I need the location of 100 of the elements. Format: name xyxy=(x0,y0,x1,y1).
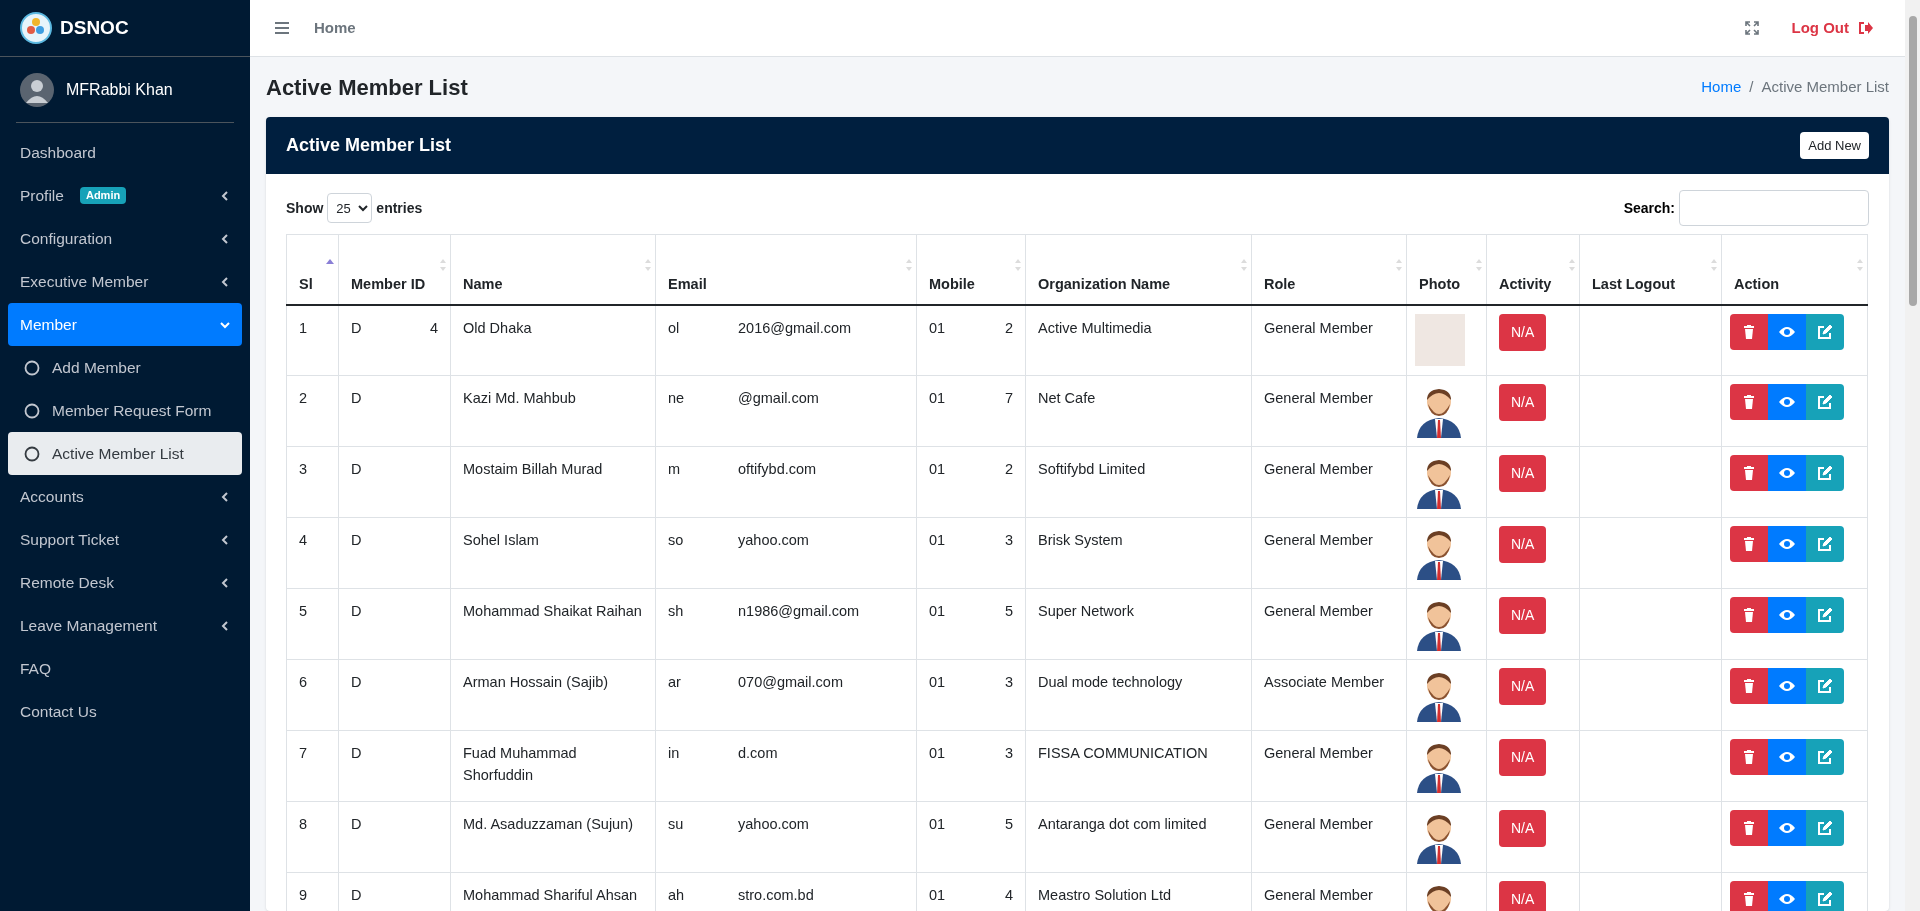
eye-icon xyxy=(1778,822,1796,834)
delete-button[interactable] xyxy=(1730,810,1768,846)
entries-label: entries xyxy=(376,198,423,218)
sort-icon xyxy=(1711,259,1717,271)
table-cell-text: 01 xyxy=(929,744,946,763)
home-link[interactable]: Home xyxy=(314,16,356,40)
edit-button[interactable] xyxy=(1806,384,1844,420)
view-button[interactable] xyxy=(1768,455,1806,491)
table-cell-text: oftifybd.com xyxy=(738,460,817,479)
column-header[interactable]: Photo xyxy=(1406,234,1487,305)
delete-button[interactable] xyxy=(1730,881,1768,911)
column-header[interactable]: Role xyxy=(1251,234,1407,305)
table-cell-text: so xyxy=(668,531,685,550)
menu-icon xyxy=(274,21,290,35)
sidebar-item[interactable]: FAQ xyxy=(8,647,242,690)
eye-icon xyxy=(1778,396,1796,408)
circle-icon xyxy=(24,445,40,462)
table-cell-text: 3 xyxy=(1004,531,1013,550)
column-header[interactable]: Mobile xyxy=(916,234,1026,305)
delete-button[interactable] xyxy=(1730,455,1768,491)
view-button[interactable] xyxy=(1768,739,1806,775)
edit-icon xyxy=(1817,607,1833,623)
table-cell-text: 01 xyxy=(929,531,946,550)
edit-icon xyxy=(1817,323,1833,340)
trash-icon xyxy=(1743,750,1755,764)
column-header[interactable]: Organization Name xyxy=(1025,234,1252,305)
chevron-left-icon xyxy=(220,491,230,502)
table-cell: Meastro Solution Ltd xyxy=(1038,887,1171,903)
submenu-item[interactable]: Add Member xyxy=(8,346,242,389)
circle-icon xyxy=(24,402,40,419)
column-header[interactable]: Name xyxy=(450,234,656,305)
sidebar-item[interactable]: Dashboard xyxy=(8,131,242,174)
column-header[interactable]: Member ID xyxy=(338,234,451,305)
sort-icon xyxy=(1241,259,1247,271)
edit-button[interactable] xyxy=(1806,881,1844,911)
sort-icon xyxy=(440,259,446,271)
view-button[interactable] xyxy=(1768,810,1806,846)
table-cell-text: ar xyxy=(668,673,682,692)
eye-icon xyxy=(1778,751,1796,763)
scrollbar[interactable] xyxy=(1905,0,1920,911)
sidebar-item[interactable]: Support Ticket xyxy=(8,518,242,561)
table-cell: General Member xyxy=(1264,887,1373,903)
view-button[interactable] xyxy=(1768,313,1806,350)
table-cell: 3 xyxy=(299,461,308,477)
delete-button[interactable] xyxy=(1730,384,1768,420)
delete-button[interactable] xyxy=(1730,739,1768,775)
table-cell-text: D xyxy=(351,389,362,408)
view-button[interactable] xyxy=(1768,384,1806,420)
column-header[interactable]: Sl xyxy=(286,234,339,305)
column-header[interactable]: Activity xyxy=(1486,234,1580,305)
delete-button[interactable] xyxy=(1730,313,1768,350)
logo-icon xyxy=(20,12,52,44)
table-cell-text: 4 xyxy=(429,318,438,338)
sidebar-item[interactable]: Accounts xyxy=(8,475,242,518)
edit-button[interactable] xyxy=(1806,526,1844,562)
sidebar-item[interactable]: Member xyxy=(8,303,242,346)
page-size-select[interactable]: 25 xyxy=(327,193,373,223)
table-cell: Mohammad Shaikat Raihan xyxy=(463,603,642,619)
column-header[interactable]: Last Logout xyxy=(1579,234,1722,305)
delete-button[interactable] xyxy=(1730,526,1768,562)
table-cell-text: stro.com.bd xyxy=(738,886,814,905)
sidebar-item[interactable]: Contact Us xyxy=(8,690,242,733)
view-button[interactable] xyxy=(1768,668,1806,704)
delete-button[interactable] xyxy=(1730,668,1768,704)
table-cell: Active Multimedia xyxy=(1038,319,1152,336)
column-header[interactable]: Action xyxy=(1721,234,1868,305)
table-cell: General Member xyxy=(1264,390,1373,406)
table-cell: General Member xyxy=(1264,461,1373,477)
sidebar-item[interactable]: Leave Management xyxy=(8,604,242,647)
sidebar-item[interactable]: Remote Desk xyxy=(8,561,242,604)
table-cell: 6 xyxy=(299,674,308,690)
edit-button[interactable] xyxy=(1806,739,1844,775)
edit-button[interactable] xyxy=(1806,455,1844,491)
logout-link[interactable]: Log Out xyxy=(1791,16,1873,40)
submenu-item[interactable]: Member Request Form xyxy=(8,389,242,432)
edit-button[interactable] xyxy=(1806,810,1844,846)
delete-button[interactable] xyxy=(1730,597,1768,633)
view-button[interactable] xyxy=(1768,597,1806,633)
submenu-item[interactable]: Active Member List xyxy=(8,432,242,475)
search-field[interactable] xyxy=(1679,190,1869,226)
breadcrumb-link[interactable]: Home xyxy=(1701,75,1742,99)
edit-icon xyxy=(1817,678,1833,694)
add-new-button[interactable]: Add New xyxy=(1800,131,1869,160)
fullscreen-icon[interactable] xyxy=(1743,20,1760,36)
edit-button[interactable] xyxy=(1806,668,1844,704)
trash-icon xyxy=(1743,679,1755,693)
column-header[interactable]: Email xyxy=(655,234,917,305)
table-cell-text: 01 xyxy=(929,318,946,338)
chevron-left-icon xyxy=(220,534,230,545)
edit-button[interactable] xyxy=(1806,597,1844,633)
sidebar-item[interactable]: Executive Member xyxy=(8,260,242,303)
sidebar-item[interactable]: Configuration xyxy=(8,217,242,260)
edit-button[interactable] xyxy=(1806,313,1844,350)
avatar-icon xyxy=(20,72,54,107)
chevron-left-icon xyxy=(220,577,230,588)
view-button[interactable] xyxy=(1768,526,1806,562)
chevron-left-icon xyxy=(220,190,230,201)
view-button[interactable] xyxy=(1768,881,1806,911)
table-cell-text: @gmail.com xyxy=(738,389,819,408)
sidebar-item[interactable]: Profile Admin xyxy=(8,174,242,217)
